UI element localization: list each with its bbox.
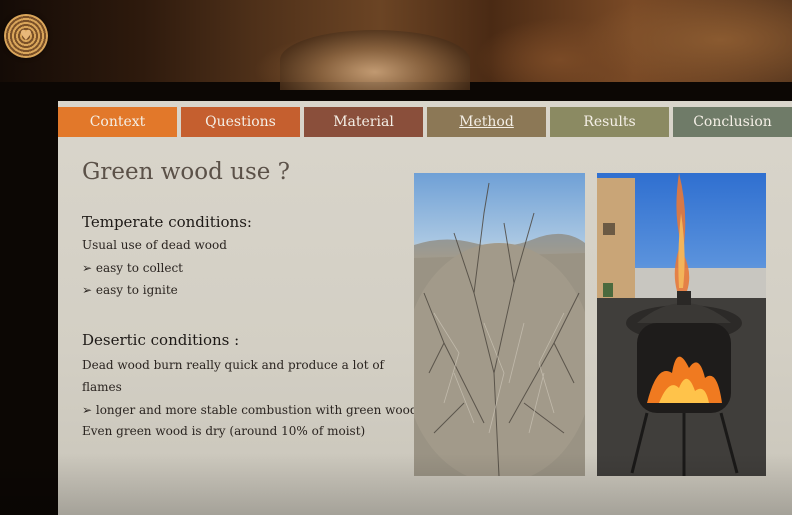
heart-icon: ♥ xyxy=(19,28,33,44)
desertic-heading: Desertic conditions : xyxy=(82,331,240,349)
temperate-line: Usual use of dead wood xyxy=(82,238,227,252)
temperate-line: ➢ easy to ignite xyxy=(82,283,178,297)
shrub-illustration xyxy=(414,182,585,476)
temperate-heading: Temperate conditions: xyxy=(82,213,252,231)
tab-conclusion[interactable]: Conclusion xyxy=(673,107,792,137)
tab-label: Context xyxy=(89,114,146,130)
tab-material[interactable]: Material xyxy=(304,107,423,137)
tab-label: Conclusion xyxy=(693,114,772,130)
fire-pit-illustration xyxy=(597,173,766,476)
presentation-slide: Context Questions Material Method Result… xyxy=(58,101,792,515)
tab-method[interactable]: Method xyxy=(427,107,546,137)
desertic-line: ➢ longer and more stable combustion with… xyxy=(82,403,418,417)
section-nav: Context Questions Material Method Result… xyxy=(58,107,792,137)
tab-context[interactable]: Context xyxy=(58,107,177,137)
tree-ring-logo-icon[interactable]: ♥ xyxy=(4,14,48,58)
slide-title: Green wood use ? xyxy=(82,159,290,185)
tab-results[interactable]: Results xyxy=(550,107,669,137)
fire-pit-photo xyxy=(597,173,766,476)
desertic-line: flames xyxy=(82,380,122,394)
tab-label: Questions xyxy=(205,114,276,130)
shrub-photo xyxy=(414,173,585,476)
tab-label: Material xyxy=(333,114,394,130)
tab-label: Method xyxy=(459,114,514,130)
header-banner: ♥ xyxy=(0,0,792,90)
desertic-line: Even green wood is dry (around 10% of mo… xyxy=(82,424,366,438)
temperate-line: ➢ easy to collect xyxy=(82,261,184,275)
desertic-line: Dead wood burn really quick and produce … xyxy=(82,358,384,372)
tab-label: Results xyxy=(583,114,636,130)
tab-questions[interactable]: Questions xyxy=(181,107,300,137)
banner-log-image xyxy=(280,30,470,90)
